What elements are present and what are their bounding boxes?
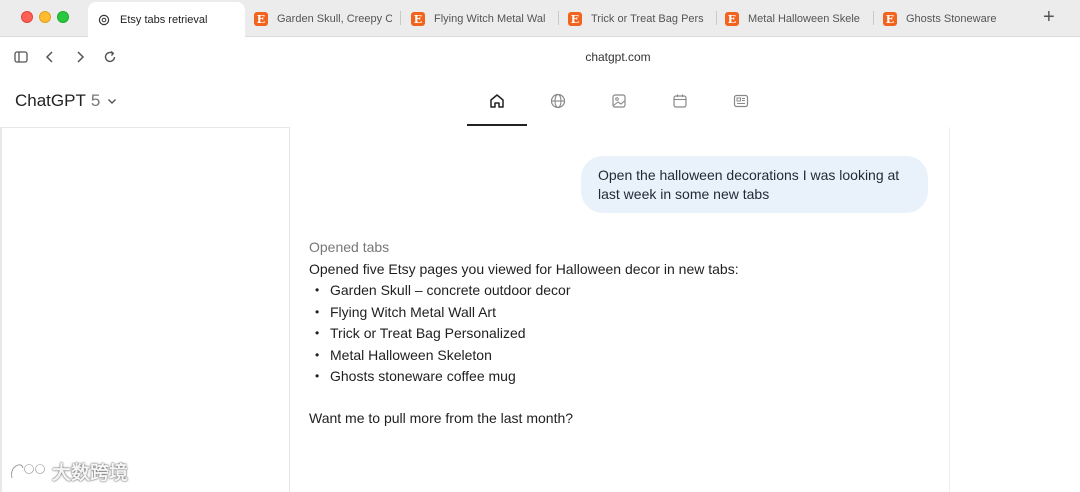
etsy-icon: E [254,12,268,26]
etsy-icon: E [411,12,425,26]
minimize-window-button[interactable] [39,11,51,23]
etsy-icon: E [725,12,739,26]
tool-status-label[interactable]: Opened tabs [309,238,929,256]
tab-label: Ghosts Stoneware [906,13,997,25]
tab-label: Trick or Treat Bag Pers [591,13,704,25]
tab-separator [400,11,401,25]
watermark-text: 大数跨境 [52,463,129,484]
watermark: 大数跨境 [8,458,128,485]
news-icon[interactable] [732,92,750,110]
tab-garden-skull[interactable]: E Garden Skull, Creepy C [254,2,392,36]
tab-label: Flying Witch Metal Wal [434,13,546,25]
tab-metal-halloween-skeleton[interactable]: E Metal Halloween Skele [725,2,865,36]
assistant-followup-text: Want me to pull more from the last month… [309,409,574,426]
home-icon[interactable] [488,92,506,110]
opened-tabs-list: Garden Skull – concrete outdoor decor Fl… [309,280,929,388]
browser-tab-strip: Etsy tabs retrieval E Garden Skull, Cree… [0,0,1080,37]
assistant-intro-text: Opened five Etsy pages you viewed for Ha… [309,261,739,277]
model-version: 5 [90,91,101,110]
list-item: Metal Halloween Skeleton [309,345,929,367]
etsy-icon: E [883,12,897,26]
tab-ghosts-stoneware[interactable]: E Ghosts Stoneware [883,2,1023,36]
address-bar[interactable]: chatgpt.com [0,50,1080,64]
model-selector[interactable]: ChatGPT 5 [15,91,118,111]
tab-etsy-tabs-retrieval[interactable]: Etsy tabs retrieval [88,2,245,37]
app-header: ChatGPT 5 [0,77,1080,127]
pane-divider [949,127,950,492]
tab-separator [873,11,874,25]
calendar-icon[interactable] [671,92,689,110]
user-message-bubble: Open the halloween decorations I was loo… [581,156,928,213]
browser-toolbar: chatgpt.com [0,37,1080,77]
sidebar [0,127,290,492]
globe-icon[interactable] [549,92,567,110]
list-item: Flying Witch Metal Wall Art [309,302,929,324]
list-item: Trick or Treat Bag Personalized [309,323,929,345]
model-name: ChatGPT [15,91,86,110]
tab-separator [558,11,559,25]
list-item: Ghosts stoneware coffee mug [309,366,929,388]
chevron-down-icon [108,99,117,104]
tab-separator [716,11,717,25]
list-item: Garden Skull – concrete outdoor decor [309,280,929,302]
tab-label: Metal Halloween Skele [748,13,860,25]
watermark-logo [10,462,46,478]
assistant-message: Opened tabs Opened five Etsy pages you v… [309,238,929,428]
tab-trick-or-treat-bag[interactable]: E Trick or Treat Bag Pers [568,2,708,36]
etsy-icon: E [568,12,582,26]
new-tab-button[interactable]: + [1043,7,1055,27]
window-edge [0,127,2,492]
user-message-text: Open the halloween decorations I was loo… [598,167,900,202]
tab-label: Garden Skull, Creepy C [277,13,392,25]
image-icon[interactable] [610,92,628,110]
tab-label: Etsy tabs retrieval [120,13,208,26]
close-window-button[interactable] [21,11,33,23]
maximize-window-button[interactable] [57,11,69,23]
chatgpt-icon [98,14,110,25]
active-nav-indicator [467,124,527,126]
tab-flying-witch[interactable]: E Flying Witch Metal Wal [411,2,551,36]
